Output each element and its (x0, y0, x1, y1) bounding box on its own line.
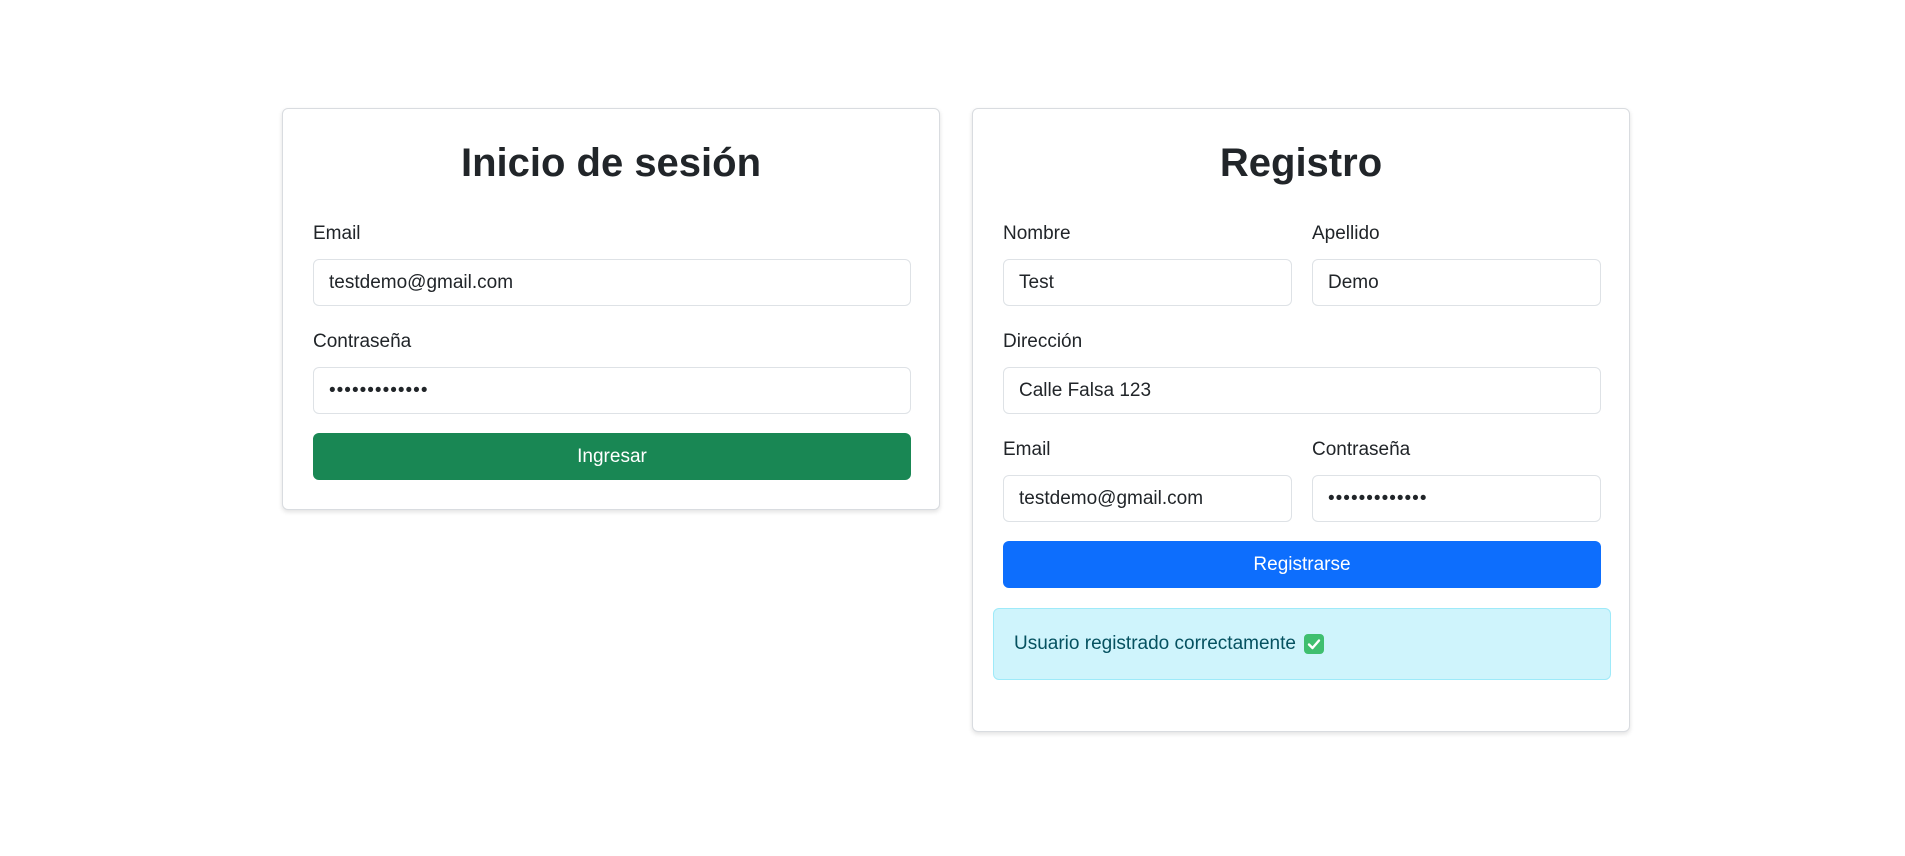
success-alert: Usuario registrado correctamente (993, 608, 1611, 680)
login-card: Inicio de sesión Email Contraseña Ingres… (282, 108, 940, 510)
address-input[interactable] (1003, 367, 1601, 414)
register-email-input[interactable] (1003, 475, 1292, 522)
last-name-label: Apellido (1312, 223, 1380, 244)
first-name-input[interactable] (1003, 259, 1292, 306)
register-email-label: Email (1003, 439, 1051, 460)
address-label: Dirección (1003, 331, 1083, 352)
register-title: Registro (1219, 141, 1383, 185)
register-password-label: Contraseña (1312, 439, 1411, 460)
login-email-label: Email (313, 223, 361, 244)
last-name-input[interactable] (1312, 259, 1601, 306)
login-title: Inicio de sesión (460, 141, 762, 185)
register-submit-button[interactable]: Registrarse (1003, 541, 1601, 588)
alert-message: Usuario registrado correctamente (1014, 633, 1296, 654)
login-email-input[interactable] (313, 259, 911, 306)
login-submit-button[interactable]: Ingresar (313, 433, 911, 480)
register-password-input[interactable] (1312, 475, 1601, 522)
login-password-label: Contraseña (313, 331, 412, 352)
first-name-label: Nombre (1003, 223, 1071, 244)
login-password-input[interactable] (313, 367, 911, 414)
register-card: Registro Nombre Apellido Dirección Email… (972, 108, 1630, 732)
check-mark-icon (1303, 634, 1324, 654)
